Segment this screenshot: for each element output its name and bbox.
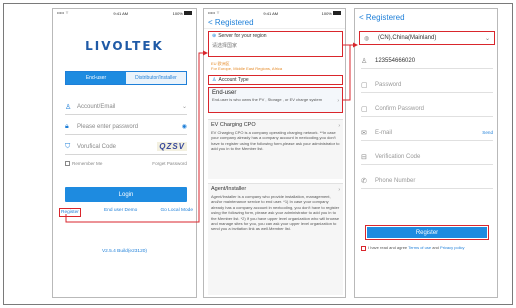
chevron-down-icon: ⌄ bbox=[484, 35, 490, 42]
tab-end-user[interactable]: End-user bbox=[66, 72, 126, 84]
phone-icon: ✆ bbox=[361, 177, 367, 185]
country-value: (CN),China(Mainland) bbox=[378, 35, 437, 41]
login-screen: ••••• ⌔ 9:41 AM 100% LIVOLTEK End-user D… bbox=[52, 8, 197, 298]
verification-code-field[interactable]: ⛉ Vorufical Code QZSV bbox=[65, 139, 187, 155]
password-field[interactable]: 🔒︎ Please enter password ◉ bbox=[65, 119, 187, 135]
cpo-option[interactable]: EV Charging CPO EV Charging CPO is a com… bbox=[208, 119, 343, 179]
user-icon: ♙ bbox=[65, 103, 72, 111]
status-time: 9:41 AM bbox=[263, 10, 279, 16]
chevron-right-icon: › bbox=[338, 123, 340, 129]
shield-icon: ⛉ bbox=[65, 142, 71, 150]
cpo-description: EV Charging CPO is a company operating c… bbox=[211, 130, 340, 152]
battery-icon bbox=[183, 11, 192, 16]
chevron-right-icon: › bbox=[338, 187, 340, 193]
tab-distributor-installer[interactable]: Distributor/Installer bbox=[126, 72, 186, 84]
chevron-right-icon: › bbox=[337, 98, 339, 104]
eu-region-desc: For Europe, Middle East Regions, Africa bbox=[211, 66, 283, 71]
and-text: and bbox=[432, 245, 439, 250]
status-bar: ••••• ⌔ 9:41 AM 100% bbox=[204, 9, 345, 17]
chevron-down-icon[interactable]: ⌄ bbox=[182, 103, 187, 110]
login-button[interactable]: Login bbox=[65, 187, 187, 202]
agree-text: I have read and agree bbox=[368, 245, 408, 250]
password-placeholder: Password bbox=[375, 81, 402, 88]
account-type-tabs: End-user Distributor/Installer bbox=[65, 71, 187, 85]
battery-indicator: 100% bbox=[173, 11, 192, 16]
confirm-password-field[interactable]: ▢ Confirm Password bbox=[361, 101, 493, 117]
account-type-label: Account Type bbox=[218, 77, 249, 83]
bottom-links: Register End user Demo Go Local Mode bbox=[59, 208, 193, 217]
end-user-option[interactable]: End-user End-user is who owns the PV , S… bbox=[208, 87, 343, 113]
email-field[interactable]: ✉ E-mail Send bbox=[361, 125, 493, 141]
checkbox-icon bbox=[65, 161, 70, 167]
privacy-link[interactable]: Privacy policy bbox=[440, 245, 464, 250]
password-field[interactable]: ▢ Password bbox=[361, 77, 493, 93]
server-region-header: ⊕ Server for your region bbox=[209, 32, 342, 40]
remember-row: Remember Me Forget Password bbox=[65, 161, 187, 167]
phone-placeholder: Phone Number bbox=[375, 177, 416, 184]
mail-icon: ✉ bbox=[361, 129, 367, 137]
server-region-selector[interactable]: ⊕ Server for your region 请选择国家 bbox=[208, 31, 343, 57]
account-field[interactable]: ♙ Account/Email ⌄ bbox=[65, 99, 187, 115]
agree-checkbox[interactable] bbox=[361, 246, 366, 251]
back-button[interactable]: < Registered bbox=[204, 17, 345, 29]
verification-code-field[interactable]: ⊟ Verification Code bbox=[361, 149, 493, 165]
verification-placeholder: Vorufical Code bbox=[77, 143, 117, 150]
account-value: 123554666020 bbox=[375, 57, 416, 64]
terms-link[interactable]: Terms of use bbox=[408, 245, 431, 250]
server-region-value: 请选择国家 bbox=[212, 43, 238, 49]
app-version: V2.5.4 Build(e23120) bbox=[101, 249, 148, 254]
carrier-signal: ••••• ⌔ bbox=[208, 10, 220, 15]
password-placeholder: Please enter password bbox=[77, 123, 139, 130]
server-icon: ⊕ bbox=[212, 33, 217, 39]
captcha-image[interactable]: QZSV bbox=[157, 142, 187, 151]
end-user-description: End-user is who owns the PV , Storage , … bbox=[212, 97, 323, 102]
register-link[interactable]: Register bbox=[59, 208, 81, 217]
local-mode-link[interactable]: Go Local Mode bbox=[160, 208, 193, 217]
back-button[interactable]: < Registered bbox=[355, 9, 497, 25]
shield-icon: ⊟ bbox=[361, 153, 367, 161]
battery-icon bbox=[332, 11, 341, 16]
email-placeholder: E-mail bbox=[375, 129, 393, 136]
end-user-demo-link[interactable]: End user Demo bbox=[104, 208, 137, 217]
remember-me-checkbox[interactable]: Remember Me bbox=[65, 161, 102, 167]
forgot-password-link[interactable]: Forget Password bbox=[152, 161, 187, 166]
register-screen: < Registered ◍ (CN),China(Mainland) ⌄ ♙ … bbox=[354, 8, 498, 298]
battery-indicator: 100% bbox=[322, 11, 341, 16]
installer-option[interactable]: Agent/Installer Agent/Installer is a com… bbox=[208, 183, 343, 295]
user-icon: ♙ bbox=[361, 57, 368, 65]
account-type-header: ♙ Account Type bbox=[208, 75, 343, 85]
register-button-highlight: Register bbox=[365, 225, 489, 240]
send-code-button[interactable]: Send bbox=[482, 130, 493, 135]
account-placeholder: Account/Email bbox=[77, 103, 116, 110]
end-user-title: End-user bbox=[212, 90, 237, 96]
account-type-screen: ••••• ⌔ 9:41 AM 100% < Registered ⊕ Serv… bbox=[203, 8, 346, 298]
cpo-title: EV Charging CPO bbox=[211, 122, 256, 128]
status-bar: ••••• ⌔ 9:41 AM 100% bbox=[53, 9, 196, 17]
phone-number-field[interactable]: ✆ Phone Number bbox=[361, 173, 493, 189]
eye-icon[interactable]: ◉ bbox=[182, 123, 187, 130]
brand-logo: LIVOLTEK bbox=[85, 39, 164, 53]
user-icon: ♙ bbox=[212, 77, 217, 83]
country-selector[interactable]: ◍ (CN),China(Mainland) ⌄ bbox=[359, 31, 495, 45]
installer-description: Agent/Installer is a company who provide… bbox=[211, 194, 340, 232]
register-button[interactable]: Register bbox=[367, 227, 487, 238]
eu-region-note: EU 欧洲区 For Europe, Middle East Regions, … bbox=[208, 61, 343, 71]
lock-icon: ▢ bbox=[361, 105, 368, 113]
carrier-signal: ••••• ⌔ bbox=[57, 10, 69, 15]
confirm-password-placeholder: Confirm Password bbox=[375, 105, 425, 112]
status-time: 9:41 AM bbox=[113, 10, 129, 16]
verification-placeholder: Verification Code bbox=[375, 153, 421, 160]
lock-icon: ▢ bbox=[361, 81, 368, 89]
lock-icon: 🔒︎ bbox=[65, 122, 69, 130]
server-region-label: Server for your region bbox=[218, 33, 267, 39]
globe-icon: ◍ bbox=[364, 35, 370, 42]
account-field[interactable]: ♙ 123554666020 bbox=[361, 53, 493, 69]
agreement-row: I have read and agree Terms of use and P… bbox=[361, 245, 495, 251]
installer-title: Agent/Installer bbox=[211, 186, 247, 192]
